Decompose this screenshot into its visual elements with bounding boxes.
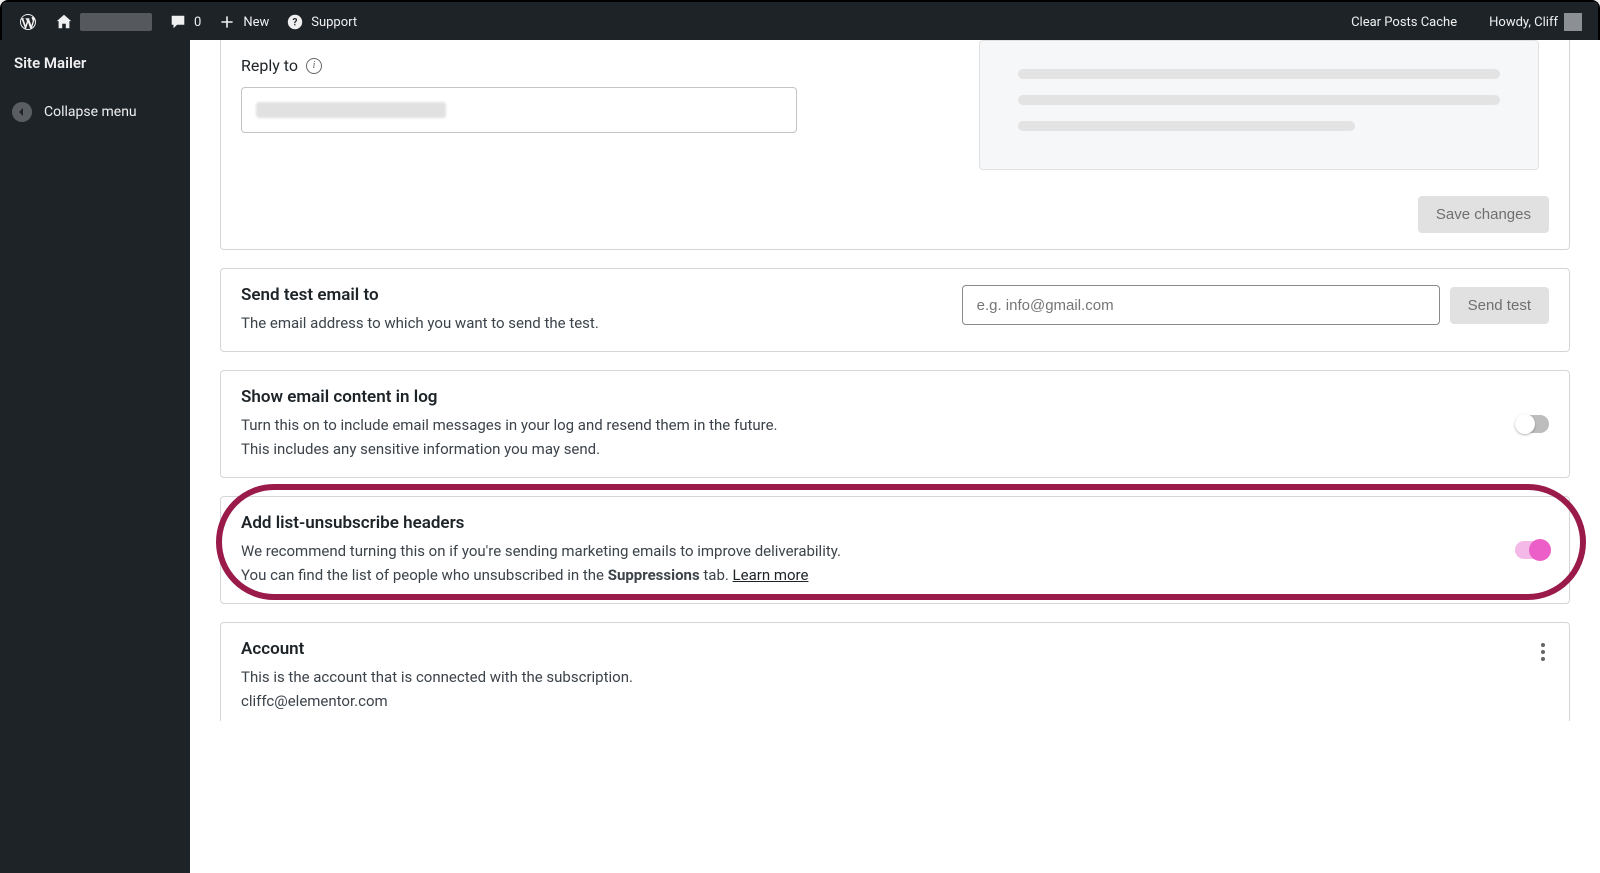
account-more-menu[interactable] bbox=[1537, 639, 1549, 665]
support-link[interactable]: ? Support bbox=[277, 12, 365, 32]
send-test-desc: The email address to which you want to s… bbox=[241, 311, 841, 335]
avatar bbox=[1564, 13, 1582, 31]
comments-count: 0 bbox=[194, 15, 201, 30]
show-email-log-card: Show email content in log Turn this on t… bbox=[220, 370, 1570, 478]
my-account-link[interactable]: Howdy, Cliff bbox=[1481, 13, 1590, 31]
comment-icon bbox=[168, 12, 188, 32]
sidebar-item-site-mailer[interactable]: Site Mailer bbox=[0, 40, 190, 86]
wp-logo[interactable] bbox=[10, 12, 46, 32]
svg-text:?: ? bbox=[293, 18, 298, 29]
save-changes-button[interactable]: Save changes bbox=[1418, 196, 1549, 233]
unsub-toggle[interactable] bbox=[1515, 541, 1549, 559]
new-content-link[interactable]: New bbox=[209, 12, 277, 32]
new-label: New bbox=[243, 15, 269, 30]
log-title: Show email content in log bbox=[241, 387, 841, 407]
test-email-input[interactable] bbox=[962, 285, 1440, 325]
main-content: Reply to i Save changes Send test email … bbox=[190, 40, 1600, 873]
wordpress-icon bbox=[18, 12, 38, 32]
send-test-button[interactable]: Send test bbox=[1450, 287, 1549, 324]
clear-cache-label: Clear Posts Cache bbox=[1351, 15, 1457, 30]
log-desc-2: This includes any sensitive information … bbox=[241, 437, 841, 461]
email-preview-box bbox=[979, 40, 1539, 170]
admin-sidebar: Site Mailer Collapse menu bbox=[0, 40, 190, 873]
clear-posts-cache-link[interactable]: Clear Posts Cache bbox=[1343, 15, 1465, 30]
support-label: Support bbox=[311, 15, 357, 30]
site-name-blurred bbox=[80, 13, 152, 31]
log-desc-1: Turn this on to include email messages i… bbox=[241, 413, 841, 437]
help-icon: ? bbox=[285, 12, 305, 32]
collapse-menu-button[interactable]: Collapse menu bbox=[0, 94, 190, 130]
learn-more-link[interactable]: Learn more bbox=[733, 566, 809, 584]
send-test-card: Send test email to The email address to … bbox=[220, 268, 1570, 352]
wp-admin-bar: 0 New ? Support Clear Posts Cache Howdy,… bbox=[2, 2, 1598, 42]
howdy-label: Howdy, Cliff bbox=[1489, 15, 1558, 30]
home-icon bbox=[54, 12, 74, 32]
collapse-label: Collapse menu bbox=[44, 104, 137, 120]
send-test-title: Send test email to bbox=[241, 285, 841, 305]
sidebar-item-label: Site Mailer bbox=[14, 54, 86, 72]
reply-to-value-blurred bbox=[256, 102, 446, 118]
collapse-icon bbox=[12, 102, 32, 122]
account-card: Account This is the account that is conn… bbox=[220, 622, 1570, 721]
plus-icon bbox=[217, 12, 237, 32]
unsub-title: Add list-unsubscribe headers bbox=[241, 513, 841, 533]
reply-to-input[interactable] bbox=[241, 87, 797, 133]
reply-to-label: Reply to bbox=[241, 56, 298, 75]
comments-link[interactable]: 0 bbox=[160, 12, 209, 32]
info-icon[interactable]: i bbox=[306, 58, 322, 74]
reply-to-card: Reply to i Save changes bbox=[220, 40, 1570, 250]
log-toggle[interactable] bbox=[1515, 415, 1549, 433]
list-unsubscribe-card: Add list-unsubscribe headers We recommen… bbox=[220, 496, 1570, 604]
account-desc: This is the account that is connected wi… bbox=[241, 665, 841, 689]
account-title: Account bbox=[241, 639, 841, 659]
account-email: cliffc@elementor.com bbox=[241, 689, 841, 713]
site-name-link[interactable] bbox=[46, 12, 160, 32]
unsub-desc: We recommend turning this on if you're s… bbox=[241, 539, 841, 587]
